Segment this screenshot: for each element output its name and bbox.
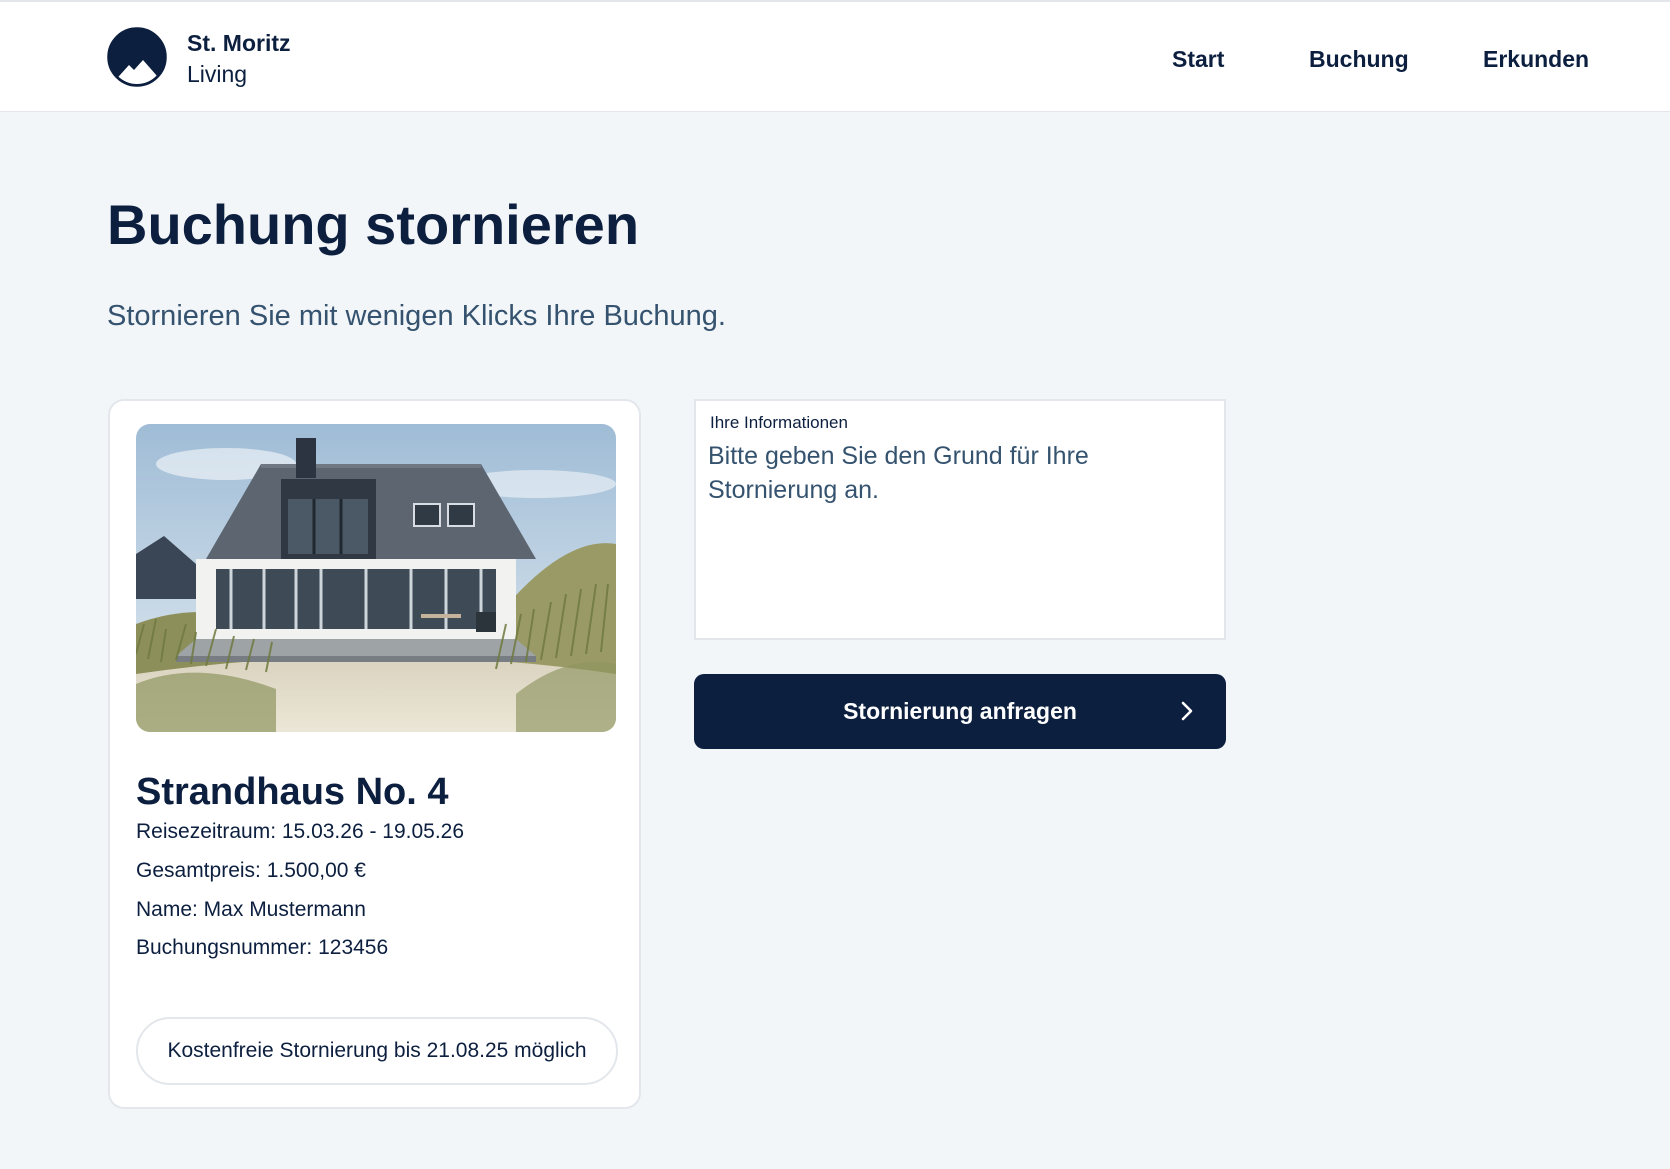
travel-period: Reisezeitraum: 15.03.26 - 19.05.26 [136, 820, 465, 843]
booking-number: Buchungsnummer: 123456 [136, 936, 389, 959]
page-subtitle: Stornieren Sie mit wenigen Klicks Ihre B… [107, 300, 726, 332]
nav-buchung[interactable]: Buchung [1309, 44, 1409, 74]
brand-line-2: Living [187, 61, 248, 87]
brand-line-1: St. Moritz [187, 30, 291, 56]
beach-house-image [136, 424, 616, 732]
cancellation-reason-field: Ihre Informationen [694, 399, 1226, 640]
site-header: St. Moritz Living Start Buchung Erkunden [0, 0, 1670, 112]
property-name: Strandhaus No. 4 [136, 771, 449, 813]
field-label: Ihre Informationen [710, 413, 848, 432]
request-cancellation-button[interactable]: Stornierung anfragen [694, 674, 1226, 749]
page-title: Buchung stornieren [107, 193, 640, 256]
total-price: Gesamtpreis: 1.500,00 € [136, 859, 366, 882]
cancellation-reason-input[interactable] [708, 439, 1208, 629]
nav-erkunden[interactable]: Erkunden [1483, 44, 1589, 74]
booking-card: Strandhaus No. 4 Reisezeitraum: 15.03.26… [108, 399, 641, 1109]
nav-start[interactable]: Start [1172, 44, 1224, 74]
submit-label: Stornierung anfragen [843, 698, 1077, 724]
mountain-logo-icon[interactable] [107, 27, 167, 87]
brand-name[interactable]: St. Moritz Living [187, 28, 291, 90]
chevron-right-icon [1180, 700, 1194, 728]
guest-name: Name: Max Mustermann [136, 898, 366, 921]
free-cancellation-badge: Kostenfreie Stornierung bis 21.08.25 mög… [136, 1017, 618, 1085]
